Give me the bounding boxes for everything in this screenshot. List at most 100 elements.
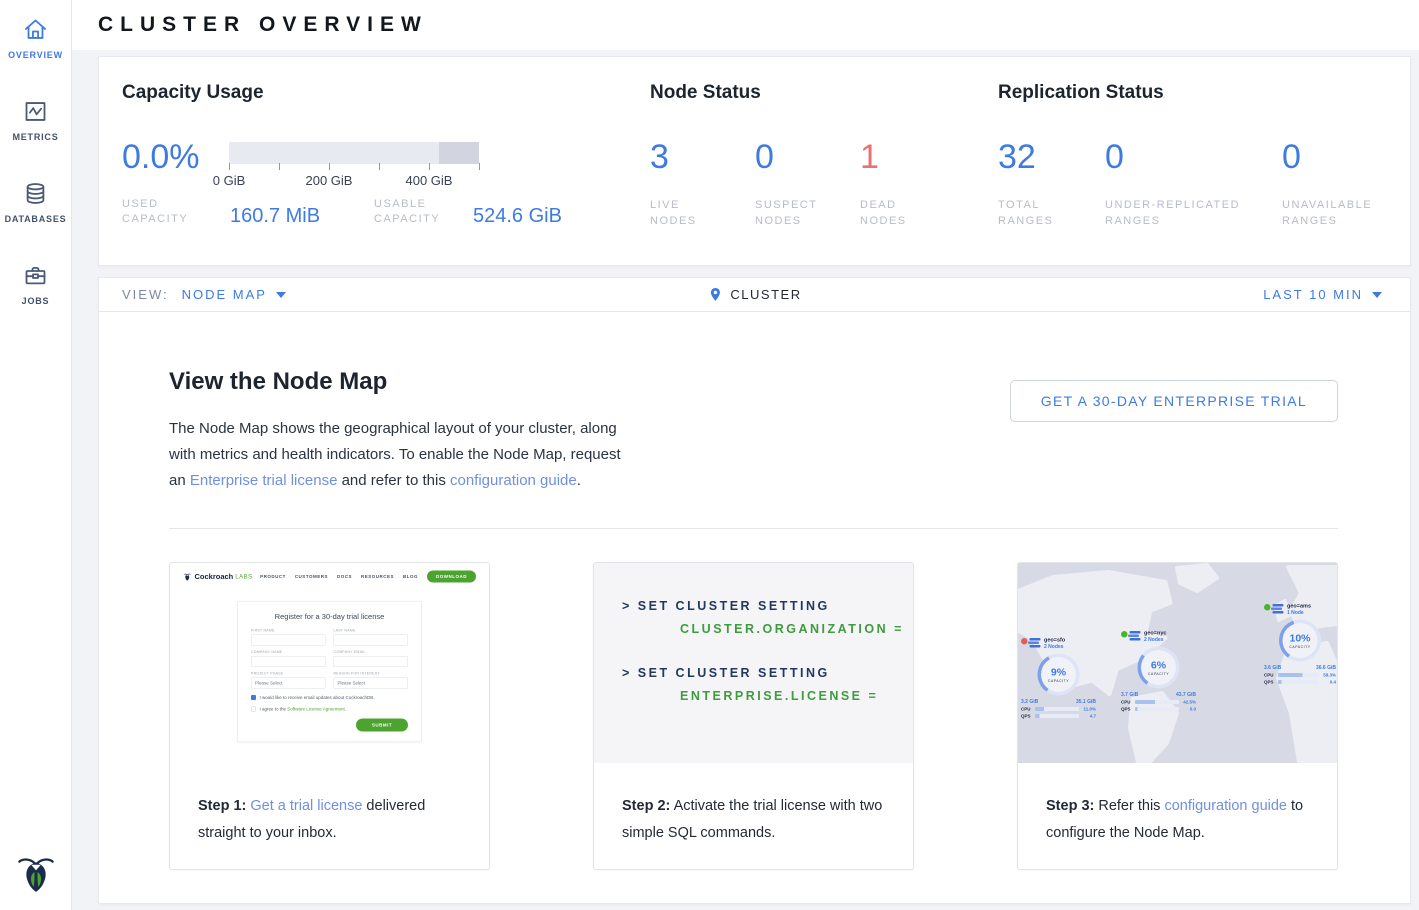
thumb-checkbox-empty xyxy=(251,707,256,712)
thumb-nav-item: DOCS xyxy=(337,574,352,579)
briefcase-icon xyxy=(22,262,49,289)
node-map-card: VIEW: NODE MAP CLUSTER LAST 10 MIN xyxy=(98,277,1411,904)
node-stack-icon xyxy=(1030,638,1041,649)
dead-nodes-value: 1 xyxy=(860,137,998,177)
sql-setting-line: ENTERPRISE.LICENSE = xyxy=(680,689,913,703)
axis-tick xyxy=(229,163,230,170)
get-enterprise-trial-button[interactable]: GET A 30-DAY ENTERPRISE TRIAL xyxy=(1010,380,1338,422)
sidebar-item-label: OVERVIEW xyxy=(8,50,63,60)
step2-caption: Step 2: Activate the trial license with … xyxy=(594,763,913,847)
configuration-guide-step-link[interactable]: configuration guide xyxy=(1164,798,1287,814)
node-stack-icon xyxy=(1273,604,1284,615)
axis-tick xyxy=(429,163,430,170)
total-ranges-label: TOTALRANGES xyxy=(998,197,1105,229)
sidebar-item-metrics[interactable]: METRICS xyxy=(0,98,71,142)
sidebar-item-databases[interactable]: DATABASES xyxy=(0,180,71,224)
app-root: OVERVIEW METRICS DATABASES JOBS xyxy=(0,0,1419,910)
cockroachdb-logo xyxy=(0,850,72,896)
sidebar-item-label: JOBS xyxy=(22,296,50,306)
capacity-bar xyxy=(229,142,479,164)
axis-tick xyxy=(479,163,480,170)
cockroach-labs-mini-logo: Cockroach LABS xyxy=(183,572,253,582)
dead-nodes-metric: 1 DEADNODES xyxy=(860,137,998,229)
under-replicated-ranges-metric: 0 UNDER-REPLICATEDRANGES xyxy=(1105,137,1282,229)
thumb-input xyxy=(334,635,409,646)
thumb-checkbox-checked xyxy=(251,695,256,700)
step1-card: Cockroach LABS PRODUCT CUSTOMERS DOCS RE… xyxy=(169,562,490,870)
sql-setting-line: CLUSTER.ORGANIZATION = xyxy=(680,622,913,636)
node-status-section: Node Status 3 LIVENODES 0 SUSPECTNODES xyxy=(650,57,998,265)
configuration-guide-link[interactable]: configuration guide xyxy=(450,472,577,489)
thumb-submit-button: SUBMIT xyxy=(356,719,408,732)
get-trial-license-link[interactable]: Get a trial license xyxy=(250,798,362,814)
thumb-select: Please Select xyxy=(334,678,409,689)
sql-prompt-line: > SET CLUSTER SETTING xyxy=(622,599,913,613)
node-map-heading: View the Node Map xyxy=(169,368,649,396)
divider xyxy=(169,528,1338,529)
time-range-dropdown[interactable]: LAST 10 MIN xyxy=(1263,287,1382,302)
thumb-nav-item: CUSTOMERS xyxy=(295,574,328,579)
status-dot-live xyxy=(1264,604,1271,611)
thumb-input xyxy=(334,656,409,667)
thumb-select: Please Select xyxy=(251,678,326,689)
unavailable-ranges-value: 0 xyxy=(1282,137,1410,177)
total-ranges-value: 32 xyxy=(998,137,1105,177)
node-map-description: The Node Map shows the geographical layo… xyxy=(169,416,631,494)
capacity-usage-section: Capacity Usage 0.0% xyxy=(99,57,650,265)
sql-prompt-line: > SET CLUSTER SETTING xyxy=(622,666,913,680)
thumb-nav-item: PRODUCT xyxy=(260,574,286,579)
sidebar-item-overview[interactable]: OVERVIEW xyxy=(0,16,71,60)
capacity-gauge: 10% CAPACITY xyxy=(1279,620,1321,662)
capacity-bar-chart: 0 GiB 200 GiB 400 GiB xyxy=(229,137,479,177)
usable-capacity-label: USABLECAPACITY xyxy=(374,197,473,227)
content: Capacity Usage 0.0% xyxy=(72,50,1419,910)
sidebar: OVERVIEW METRICS DATABASES JOBS xyxy=(0,0,72,910)
map-locale-sfo: geo=sfo 2 Nodes 9% xyxy=(1021,637,1096,719)
map-locale-ams: geo=ams 1 Node 10% xyxy=(1264,603,1336,685)
axis-tick xyxy=(379,163,380,170)
replication-status-title: Replication Status xyxy=(998,82,1410,104)
live-nodes-value: 3 xyxy=(650,137,755,177)
replication-status-section: Replication Status 32 TOTALRANGES 0 UNDE… xyxy=(998,57,1410,265)
under-replicated-ranges-value: 0 xyxy=(1105,137,1282,177)
thumb-input xyxy=(251,635,326,646)
unavailable-ranges-label: UNAVAILABLERANGES xyxy=(1282,197,1410,229)
capacity-gauge: 6% CAPACITY xyxy=(1138,647,1180,689)
sql-commands-thumbnail: > SET CLUSTER SETTING CLUSTER.ORGANIZATI… xyxy=(594,563,913,763)
suspect-nodes-metric: 0 SUSPECTNODES xyxy=(755,137,860,229)
status-dot-live xyxy=(1121,631,1128,638)
suspect-nodes-value: 0 xyxy=(755,137,860,177)
cluster-summary-card: Capacity Usage 0.0% xyxy=(98,56,1411,266)
breadcrumb-cluster[interactable]: CLUSTER xyxy=(707,286,801,303)
sidebar-item-label: METRICS xyxy=(12,132,58,142)
page-title: CLUSTER OVERVIEW xyxy=(98,13,428,37)
steps-row: Cockroach LABS PRODUCT CUSTOMERS DOCS RE… xyxy=(169,562,1338,870)
sidebar-item-label: DATABASES xyxy=(5,214,67,224)
metrics-icon xyxy=(22,98,49,125)
chevron-down-icon xyxy=(276,292,286,298)
total-ranges-metric: 32 TOTALRANGES xyxy=(998,137,1105,229)
axis-tick-label: 0 GiB xyxy=(213,173,246,188)
sidebar-item-jobs[interactable]: JOBS xyxy=(0,262,71,306)
view-selector-dropdown[interactable]: NODE MAP xyxy=(182,287,286,302)
axis-tick xyxy=(329,163,330,170)
suspect-nodes-label: SUSPECTNODES xyxy=(755,197,860,229)
usable-capacity-value: 524.6 GiB xyxy=(473,205,562,227)
step2-card: > SET CLUSTER SETTING CLUSTER.ORGANIZATI… xyxy=(593,562,914,870)
map-locale-nyc: geo=nyc 2 Nodes 6% xyxy=(1121,630,1196,712)
thumb-download-button: DOWNLOAD xyxy=(427,571,476,583)
home-icon xyxy=(22,16,49,43)
enterprise-trial-license-link[interactable]: Enterprise trial license xyxy=(190,472,338,489)
thumb-input xyxy=(251,656,326,667)
live-nodes-metric: 3 LIVENODES xyxy=(650,137,755,229)
step3-card: geo=sfo 2 Nodes 9% xyxy=(1017,562,1338,870)
thumb-nav-item: RESOURCES xyxy=(361,574,394,579)
axis-tick-label: 200 GiB xyxy=(306,173,353,188)
capacity-bar-reserved-segment xyxy=(439,142,479,164)
chevron-down-icon xyxy=(1372,292,1382,298)
dead-nodes-label: DEADNODES xyxy=(860,197,998,229)
thumb-nav-item: BLOG xyxy=(403,574,418,579)
live-nodes-label: LIVENODES xyxy=(650,197,755,229)
node-map-body: View the Node Map The Node Map shows the… xyxy=(99,312,1410,903)
unavailable-ranges-metric: 0 UNAVAILABLERANGES xyxy=(1282,137,1410,229)
